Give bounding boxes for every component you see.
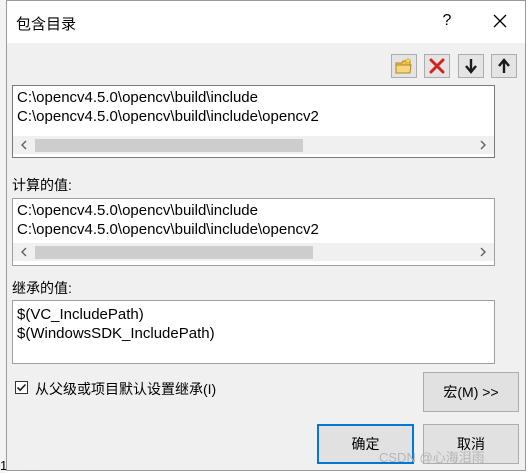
- arrow-up-icon: [498, 58, 510, 73]
- new-line-button[interactable]: [391, 54, 417, 78]
- inherited-values-list: $(VC_IncludePath) $(WindowsSDK_IncludePa…: [12, 300, 495, 364]
- list-item[interactable]: C:\opencv4.5.0\opencv\build\include: [17, 88, 258, 108]
- editable-list[interactable]: C:\opencv4.5.0\opencv\build\include C:\o…: [12, 85, 495, 158]
- macro-button[interactable]: 宏(M) >>: [423, 372, 519, 412]
- new-folder-icon: [395, 57, 412, 74]
- delete-line-button[interactable]: [424, 54, 450, 78]
- scrollbar-thumb[interactable]: [35, 139, 303, 152]
- list-item: $(VC_IncludePath): [17, 306, 144, 323]
- arrow-down-icon: [465, 59, 477, 74]
- move-down-button[interactable]: [458, 54, 484, 78]
- include-directories-dialog: 包含目录 ? C:\opencv4.5.0\opencv\build\inclu…: [6, 0, 526, 471]
- csdn-watermark: CSDN @心海泪雨: [379, 450, 485, 465]
- list-item[interactable]: C:\opencv4.5.0\opencv\build\include\open…: [17, 107, 319, 127]
- title-bar: 包含目录 ?: [7, 1, 525, 43]
- list-item: C:\opencv4.5.0\opencv\build\include: [17, 202, 258, 219]
- move-up-button[interactable]: [491, 54, 517, 78]
- dialog-title: 包含目录: [16, 16, 77, 33]
- inherit-checkbox-label[interactable]: 从父级或项目默认设置继承(I): [35, 379, 216, 399]
- horizontal-scrollbar[interactable]: [13, 136, 494, 154]
- help-button[interactable]: ?: [437, 12, 457, 30]
- evaluated-value-list: C:\opencv4.5.0\opencv\build\include C:\o…: [12, 198, 495, 266]
- inherit-checkbox[interactable]: [15, 381, 28, 394]
- list-item: $(WindowsSDK_IncludePath): [17, 325, 215, 342]
- list-item: C:\opencv4.5.0\opencv\build\include\open…: [17, 221, 319, 238]
- close-icon: [493, 14, 507, 28]
- scroll-right-icon[interactable]: [474, 243, 492, 261]
- scroll-right-icon[interactable]: [474, 136, 492, 154]
- checkmark-icon: [16, 383, 27, 392]
- inherited-values-label: 继承的值:: [12, 280, 72, 296]
- scrollbar-thumb[interactable]: [35, 246, 313, 259]
- scroll-left-icon[interactable]: [15, 243, 33, 261]
- close-button[interactable]: [487, 11, 513, 35]
- scroll-left-icon[interactable]: [15, 136, 33, 154]
- horizontal-scrollbar[interactable]: [13, 243, 494, 261]
- evaluated-value-label: 计算的值:: [12, 177, 72, 193]
- delete-x-icon: [429, 58, 445, 74]
